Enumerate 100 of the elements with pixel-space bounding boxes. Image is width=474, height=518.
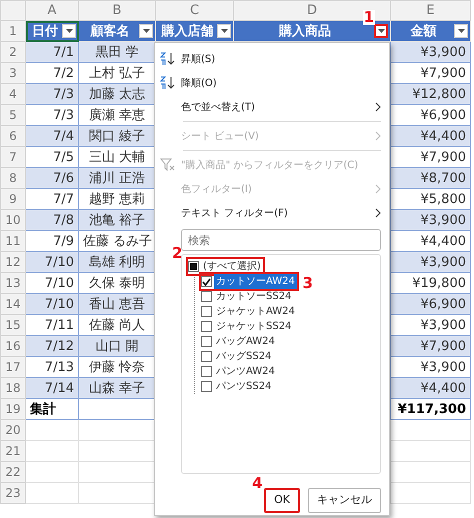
search-field[interactable]: 検索 <box>181 229 381 251</box>
row-number: 11 <box>0 230 26 252</box>
table-cell: 加藤 太志 <box>78 84 156 104</box>
header-label: 日付 <box>32 24 58 38</box>
chevron-right-icon <box>375 130 381 141</box>
table-cell: ¥3,900 <box>390 210 470 230</box>
table-cell: ¥117,300 <box>390 398 470 420</box>
filter-value-item[interactable]: バッグAW24 <box>201 334 277 349</box>
header-label: 金額 <box>410 24 436 38</box>
row-number: 1 <box>0 20 26 42</box>
row-number: 23 <box>0 482 26 504</box>
row-number: 16 <box>0 336 26 356</box>
row-number: 22 <box>0 462 26 482</box>
column-header[interactable]: B <box>78 0 156 20</box>
callout-number: 2 <box>172 246 182 261</box>
callout-number: 3 <box>302 276 313 291</box>
table-cell: 山森 幸子 <box>78 378 156 398</box>
sort-ascending-icon <box>160 52 176 66</box>
header-label: 顧客名 <box>90 24 130 38</box>
filter-value-item[interactable]: パンツAW24 <box>201 364 277 379</box>
checkbox[interactable] <box>201 351 212 362</box>
table-cell: 池亀 裕子 <box>78 210 156 230</box>
menu-item[interactable]: 降順(O) <box>159 71 381 95</box>
table-cell: ¥12,800 <box>390 84 470 104</box>
header-label: 購入店舗 <box>162 24 214 38</box>
table-cell: 7/10 <box>26 252 78 272</box>
row-number: 10 <box>0 210 26 230</box>
filter-value-item[interactable]: バッグSS24 <box>201 349 274 364</box>
table-cell: 島雄 利明 <box>78 252 156 272</box>
table-cell: 浦川 正浩 <box>78 168 156 188</box>
row-number: 2 <box>0 42 26 62</box>
menu-item[interactable]: 昇順(S) <box>159 47 381 71</box>
checkbox[interactable] <box>201 336 212 347</box>
table-cell: 香山 恵吾 <box>78 294 156 314</box>
chevron-right-icon <box>375 184 381 194</box>
header-label: 購入商品 <box>279 24 331 38</box>
caret-icon <box>66 29 72 33</box>
table-cell: 7/4 <box>26 126 78 146</box>
table-cell: ¥4,400 <box>390 126 470 146</box>
row-number: 15 <box>0 314 26 336</box>
table-cell: 7/1 <box>26 42 78 62</box>
checkbox[interactable] <box>201 321 212 332</box>
table-cell: 7/10 <box>26 294 78 314</box>
filter-value-item[interactable]: ジャケットAW24 <box>201 304 297 319</box>
table-cell: 7/3 <box>26 84 78 104</box>
row-number: 6 <box>0 126 26 146</box>
row-number: 4 <box>0 84 26 104</box>
checkbox[interactable] <box>201 291 212 302</box>
table-cell: 黒田 学 <box>78 42 156 62</box>
row-number: 20 <box>0 420 26 440</box>
row-number: 19 <box>0 398 26 420</box>
row-number: 17 <box>0 356 26 378</box>
row-number: 5 <box>0 104 26 126</box>
table-cell: 関口 綾子 <box>78 126 156 146</box>
checkbox[interactable] <box>188 261 199 272</box>
table-cell: ¥7,900 <box>390 336 470 356</box>
filter-dropdown-button[interactable] <box>374 24 388 38</box>
row-number: 8 <box>0 168 26 188</box>
callout-number: 4 <box>252 476 263 491</box>
checkbox[interactable] <box>201 366 212 377</box>
dialog-button[interactable]: キャンセル <box>308 488 381 512</box>
filter-value-item[interactable]: カットソーSS24 <box>201 289 294 304</box>
column-header[interactable]: C <box>156 0 234 20</box>
table-cell: ¥3,900 <box>390 252 470 272</box>
clear-filter-icon <box>160 158 176 172</box>
table-cell: ¥3,900 <box>390 42 470 62</box>
chevron-right-icon <box>375 102 381 112</box>
sort-descending-icon <box>160 76 176 90</box>
column-header[interactable]: E <box>390 0 470 20</box>
menu-item[interactable]: 色で並べ替え(T) <box>159 95 381 119</box>
checkbox[interactable] <box>201 276 212 287</box>
row-number: 18 <box>0 378 26 398</box>
row-number: 7 <box>0 146 26 168</box>
filter-value-item[interactable]: パンツSS24 <box>201 379 274 394</box>
row-number: 14 <box>0 294 26 314</box>
table-cell: 7/8 <box>26 210 78 230</box>
callout-number: 1 <box>362 10 375 25</box>
column-header[interactable]: A <box>26 0 78 20</box>
filter-value-item[interactable]: ジャケットSS24 <box>201 319 294 334</box>
table-cell: ¥6,900 <box>390 294 470 314</box>
table-cell: ¥4,400 <box>390 378 470 398</box>
table-cell: 7/6 <box>26 168 78 188</box>
checkbox[interactable] <box>201 381 212 392</box>
row-number: 13 <box>0 272 26 294</box>
chevron-right-icon <box>375 208 381 218</box>
row-number: 9 <box>0 188 26 210</box>
dialog-button[interactable]: OK <box>264 488 300 512</box>
caret-icon <box>378 29 384 33</box>
table-cell: 7/14 <box>26 378 78 398</box>
row-number: 21 <box>0 440 26 462</box>
caret-icon <box>220 29 228 33</box>
menu-item[interactable]: テキスト フィルター(F) <box>159 201 381 225</box>
table-cell: 山口 開 <box>78 336 156 356</box>
caret-icon <box>458 29 464 33</box>
row-number: 3 <box>0 62 26 84</box>
row-number: 12 <box>0 252 26 272</box>
table-cell: ¥8,700 <box>390 168 470 188</box>
table-cell: 7/12 <box>26 336 78 356</box>
checkbox[interactable] <box>201 306 212 317</box>
caret-icon <box>142 29 150 33</box>
